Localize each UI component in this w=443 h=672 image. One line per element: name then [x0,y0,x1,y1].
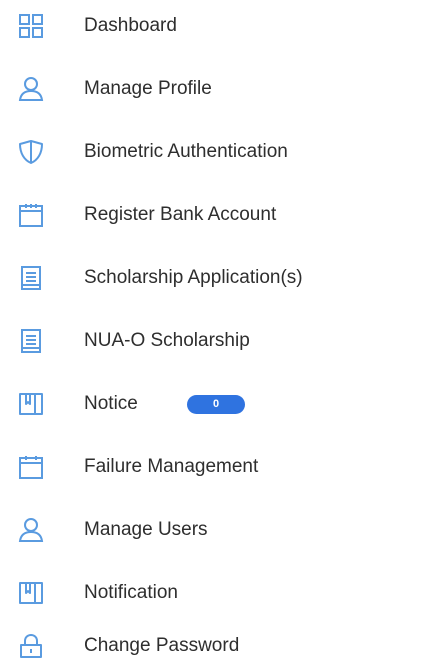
document-list-icon [18,265,44,291]
sidebar-item-label: Failure Management [84,456,259,477]
sidebar-item-nua-o-scholarship[interactable]: NUA-O Scholarship [0,315,443,367]
shield-icon [18,139,44,165]
sidebar-item-dashboard[interactable]: Dashboard [0,0,443,52]
book-icon [18,580,44,606]
sidebar-item-label: Manage Profile [84,78,212,99]
lock-icon [18,633,44,659]
sidebar-item-notice[interactable]: Notice 0 [0,378,443,430]
sidebar-menu: Dashboard Manage Profile Biometric Authe… [0,0,443,672]
sidebar-item-failure-management[interactable]: Failure Management [0,441,443,493]
sidebar-item-label: Register Bank Account [84,204,277,225]
sidebar-item-biometric-authentication[interactable]: Biometric Authentication [0,126,443,178]
sidebar-item-change-password[interactable]: Change Password [0,620,443,672]
sidebar-item-label: NUA-O Scholarship [84,330,250,351]
sidebar-item-label: Dashboard [84,15,177,36]
sidebar-item-label: Change Password [84,635,240,656]
sidebar-item-label: Biometric Authentication [84,141,288,162]
book-icon [18,391,44,417]
calendar-icon [18,454,44,480]
sidebar-item-label: Notice [84,393,138,414]
sidebar-item-label: Manage Users [84,519,208,540]
notice-count-badge: 0 [187,395,245,414]
sidebar-item-manage-profile[interactable]: Manage Profile [0,63,443,115]
sidebar-item-scholarship-applications[interactable]: Scholarship Application(s) [0,252,443,304]
calendar-icon [18,202,44,228]
user-icon [18,517,44,543]
sidebar-item-manage-users[interactable]: Manage Users [0,504,443,556]
sidebar-item-notification[interactable]: Notification [0,567,443,619]
sidebar-item-label: Notification [84,582,178,603]
sidebar-item-register-bank-account[interactable]: Register Bank Account [0,189,443,241]
document-list-icon [18,328,44,354]
dashboard-grid-icon [18,13,44,39]
user-icon [18,76,44,102]
sidebar-item-label: Scholarship Application(s) [84,267,303,288]
